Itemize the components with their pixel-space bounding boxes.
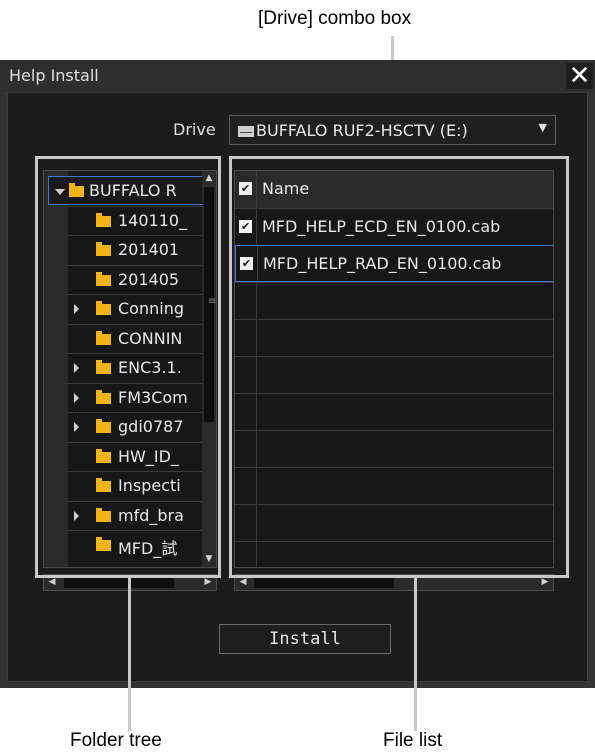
install-button[interactable]: Install	[219, 624, 391, 654]
chevron-down-icon[interactable]: ▼	[539, 121, 547, 134]
drive-combo-callout: [Drive] combo box	[258, 8, 412, 29]
folder-tree-callout: Folder tree	[70, 730, 162, 751]
file-list-callout: File list	[383, 730, 443, 751]
title-bar: Help Install ✕	[0, 60, 595, 92]
folder-tree-leader	[128, 578, 131, 731]
drive-label: Drive	[173, 120, 216, 139]
close-button[interactable]: ✕	[566, 63, 593, 89]
scroll-thumb[interactable]	[254, 577, 394, 588]
folder-tree-callout-frame	[35, 156, 221, 578]
close-icon: ✕	[568, 61, 591, 91]
scroll-thumb[interactable]	[64, 577, 174, 588]
drive-value: BUFFALO RUF2-HSCTV (E:)	[256, 121, 468, 140]
file-list-leader	[414, 578, 417, 731]
file-list-callout-frame	[229, 156, 569, 578]
drive-combo-box[interactable]: BUFFALO RUF2-HSCTV (E:) ▼	[229, 115, 556, 145]
drive-icon	[238, 126, 254, 137]
dialog-title: Help Install	[9, 66, 99, 85]
